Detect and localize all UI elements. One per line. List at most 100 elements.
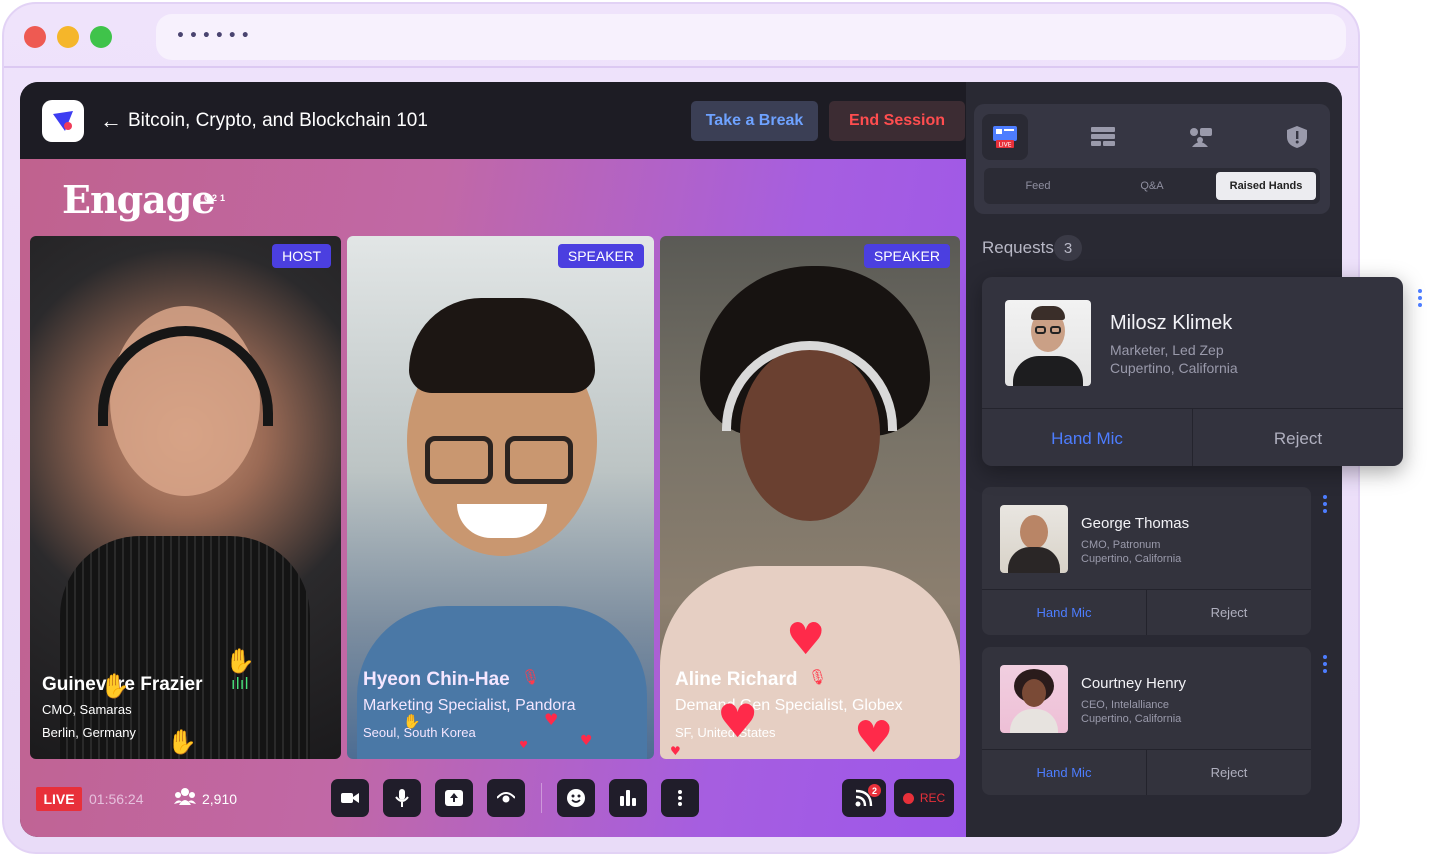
request-menu-button[interactable] <box>1323 655 1327 676</box>
clap-reaction-icon: ✋ <box>100 672 130 700</box>
bar-chart-icon <box>620 790 636 806</box>
video-tile-speaker-1[interactable]: SPEAKER Hyeon Chin-Hae 🎙 Marketing Speci… <box>347 236 654 759</box>
panel-segmented-control: Feed Q&A Raised Hands <box>984 168 1320 204</box>
record-dot-icon <box>902 792 914 804</box>
request-menu-button[interactable] <box>1418 289 1422 310</box>
hand-mic-button[interactable]: Hand Mic <box>982 605 1146 620</box>
microphone-icon <box>395 789 409 807</box>
app-logo[interactable] <box>42 100 84 142</box>
clap-reaction-icon: ✋ <box>225 647 255 675</box>
session-controls: LIVE 01:56:24 2,910 2 REC <box>20 759 966 837</box>
requester-name: George Thomas <box>1081 515 1190 532</box>
requester-role: CEO, Intelalliance <box>1081 699 1170 711</box>
end-session-button[interactable]: End Session <box>829 101 965 141</box>
broadcast-button[interactable]: 2 <box>842 779 886 817</box>
heart-reaction-icon: ♥ <box>544 710 559 729</box>
speaker-1-hair-graphic <box>409 298 595 393</box>
tab-live-stream[interactable]: LIVE <box>982 114 1028 160</box>
speaker-badge: SPEAKER <box>863 244 950 268</box>
requester-location: Cupertino, California <box>1081 713 1182 725</box>
heart-reaction-icon: ♥ <box>854 712 894 759</box>
live-badge: LIVE <box>36 787 82 811</box>
heart-reaction-icon: ♥ <box>717 694 759 748</box>
request-menu-button[interactable] <box>1323 495 1327 516</box>
host-badge: HOST <box>272 244 331 268</box>
maximize-window-button[interactable] <box>90 26 112 48</box>
polls-button[interactable] <box>609 779 647 817</box>
hand-mic-button[interactable]: Hand Mic <box>982 429 1192 449</box>
back-arrow-icon[interactable]: ← <box>100 108 122 134</box>
reject-button[interactable]: Reject <box>1193 429 1403 449</box>
share-screen-icon <box>445 790 463 806</box>
event-brand: Engage <box>62 177 216 222</box>
visibility-button[interactable] <box>487 779 525 817</box>
stage: Engage 2021 HOST Guinevere Frazier ılıl … <box>20 159 966 837</box>
request-card: George Thomas CMO, Patronum Cupertino, C… <box>982 487 1311 635</box>
address-bar[interactable]: •••••• <box>156 14 1346 60</box>
minimize-window-button[interactable] <box>57 26 79 48</box>
window-controls <box>24 26 112 48</box>
reject-button[interactable]: Reject <box>1147 765 1311 780</box>
broadcast-badge: 2 <box>868 784 881 797</box>
panel-tabs: LIVE Feed Q&A Raised Hands <box>974 104 1330 214</box>
host-role: CMO, Samaras <box>42 702 132 717</box>
requester-location: Cupertino, California <box>1081 553 1182 565</box>
record-label: REC <box>919 791 946 805</box>
video-tile-speaker-2[interactable]: SPEAKER Aline Richard 🎙 Demand Gen Speci… <box>660 236 960 759</box>
clap-reaction-icon: ✋ <box>167 728 197 756</box>
session-header: ← Bitcoin, Crypto, and Blockchain 101 Ta… <box>20 82 966 159</box>
avatar <box>1000 505 1068 573</box>
controls-divider <box>541 783 542 813</box>
clap-reaction-icon: ✋ <box>403 714 421 730</box>
speaker-1-name: Hyeon Chin-Hae <box>363 669 510 690</box>
microphone-button[interactable] <box>383 779 421 817</box>
logo-icon <box>53 111 73 131</box>
more-options-button[interactable] <box>661 779 699 817</box>
speaker-2-name: Aline Richard <box>675 669 798 690</box>
close-window-button[interactable] <box>24 26 46 48</box>
smiley-icon <box>567 789 585 807</box>
heart-reaction-icon: ♥ <box>786 614 826 665</box>
request-card: Courtney Henry CEO, Intelalliance Cupert… <box>982 647 1311 795</box>
session-timer: 01:56:24 <box>89 791 144 807</box>
tab-raised-hands[interactable]: Raised Hands <box>1216 172 1316 200</box>
audio-level-icon: ılıl <box>231 674 249 693</box>
camera-button[interactable] <box>331 779 369 817</box>
layout-icon <box>1091 127 1115 146</box>
session-title: Bitcoin, Crypto, and Blockchain 101 <box>128 110 428 131</box>
event-year: 2021 <box>196 193 229 203</box>
tab-qna[interactable]: Q&A <box>1102 172 1202 200</box>
requester-role: CMO, Patronum <box>1081 539 1161 551</box>
requester-name: Courtney Henry <box>1081 675 1187 692</box>
tab-moderation[interactable] <box>1274 114 1320 160</box>
hand-mic-button[interactable]: Hand Mic <box>982 765 1146 780</box>
heart-reaction-icon: ♥ <box>580 733 593 749</box>
camera-icon <box>341 793 359 803</box>
glasses-right-graphic <box>505 436 573 484</box>
eye-icon <box>497 792 515 803</box>
record-button[interactable]: REC <box>894 779 954 817</box>
speaker-badge: SPEAKER <box>557 244 644 268</box>
heart-reaction-icon: ♥ <box>519 740 528 751</box>
requests-count: 3 <box>1054 235 1082 261</box>
muted-mic-icon: 🎙 <box>521 668 541 686</box>
tab-feed[interactable]: Feed <box>988 172 1088 200</box>
avatar <box>1005 300 1091 386</box>
tab-sessions[interactable] <box>1080 114 1126 160</box>
viewer-count: 2,910 <box>202 791 238 807</box>
requester-location: Cupertino, California <box>1110 360 1238 376</box>
shield-icon <box>1287 126 1307 148</box>
tab-people[interactable] <box>1178 114 1224 160</box>
avatar <box>1000 665 1068 733</box>
toolbar-divider <box>4 66 1358 68</box>
viewers-icon <box>174 788 196 805</box>
muted-mic-icon: 🎙 <box>808 668 828 686</box>
share-screen-button[interactable] <box>435 779 473 817</box>
people-icon <box>1190 128 1212 147</box>
reject-button[interactable]: Reject <box>1147 605 1311 620</box>
reactions-button[interactable] <box>557 779 595 817</box>
requester-name: Milosz Klimek <box>1110 312 1233 334</box>
glasses-left-graphic <box>425 436 493 484</box>
take-break-button[interactable]: Take a Break <box>691 101 818 141</box>
video-tile-host[interactable]: HOST Guinevere Frazier ılıl CMO, Samaras… <box>30 236 341 759</box>
